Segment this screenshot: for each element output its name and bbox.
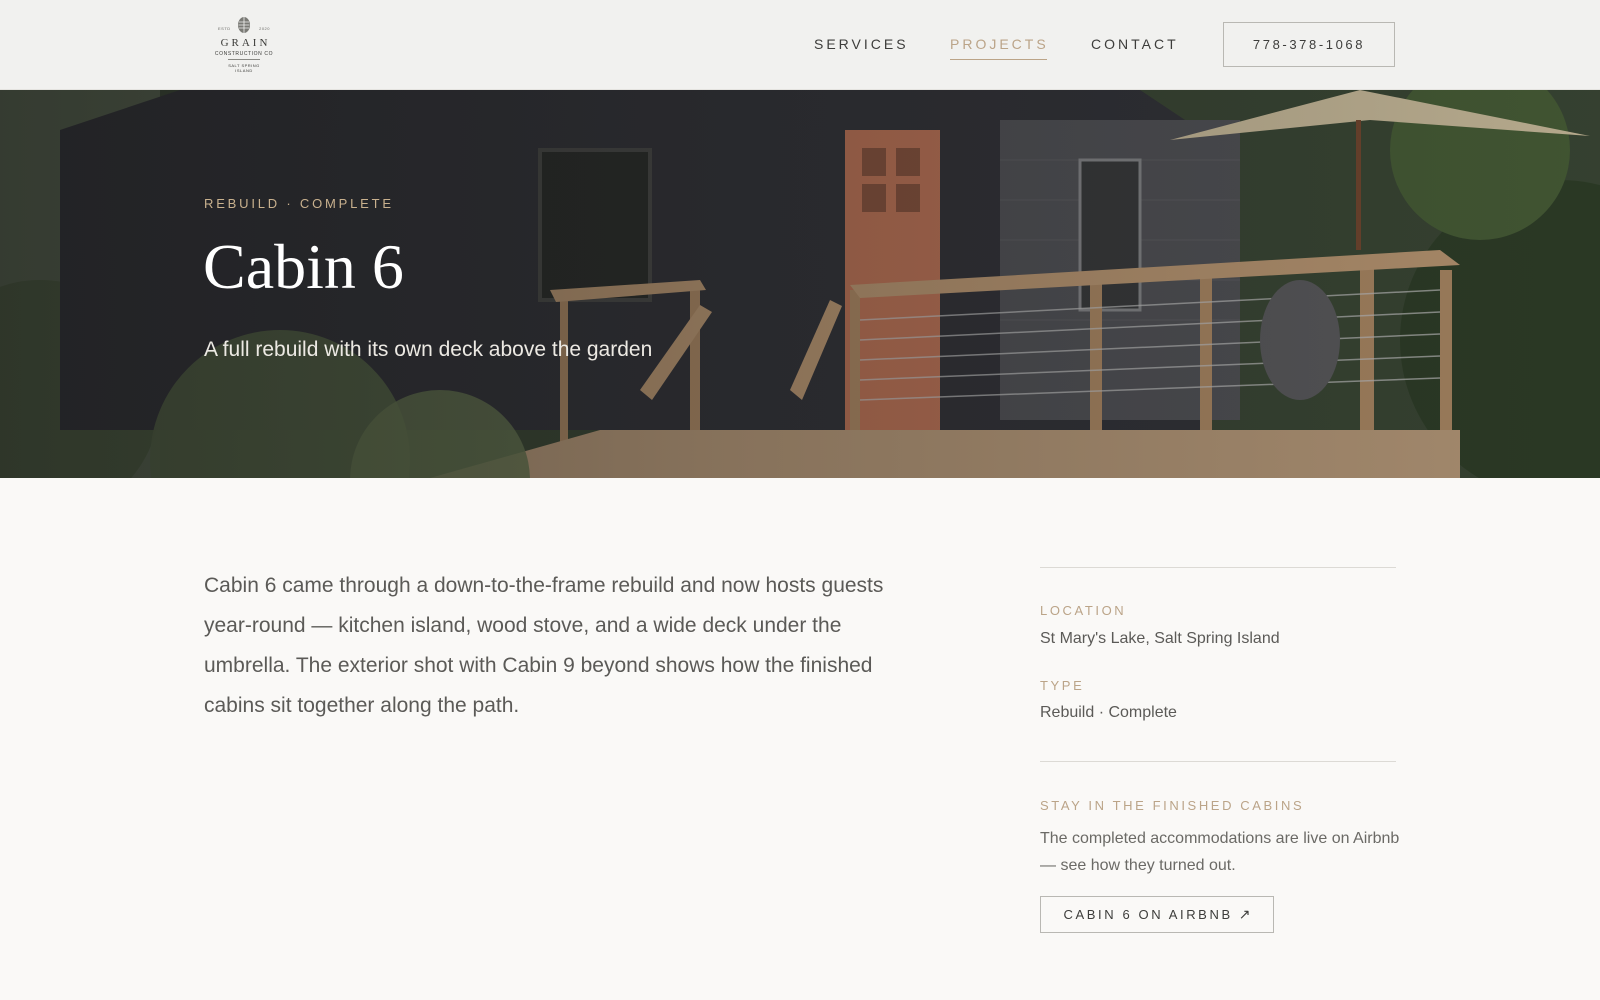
location-label: LOCATION xyxy=(1040,603,1127,618)
nav-services[interactable]: SERVICES xyxy=(814,36,909,56)
hero-eyebrow: REBUILD · COMPLETE xyxy=(204,196,394,211)
nav-active-underline xyxy=(950,59,1047,60)
logo-established: ESTD 2020 xyxy=(204,26,284,31)
details-divider-bottom xyxy=(1040,761,1396,762)
nav-projects[interactable]: PROJECTS xyxy=(950,36,1049,56)
logo-subtitle: CONSTRUCTION CO xyxy=(214,51,274,57)
type-value: Rebuild · Complete xyxy=(1040,704,1177,721)
stay-label: STAY IN THE FINISHED CABINS xyxy=(1040,798,1305,813)
logo-est-left: ESTD xyxy=(218,26,231,31)
type-label: TYPE xyxy=(1040,678,1085,693)
brand-logo[interactable]: ESTD 2020 GRAIN CONSTRUCTION CO SALT SPR… xyxy=(204,16,284,76)
stay-text: The completed accommodations are live on… xyxy=(1040,830,1400,874)
airbnb-button-label: CABIN 6 ON AIRBNB xyxy=(1063,907,1233,922)
logo-location-line2: ISLAND xyxy=(235,68,253,73)
logo-location: SALT SPRING ISLAND xyxy=(204,63,284,73)
project-description: Cabin 6 came through a down-to-the-frame… xyxy=(204,574,884,717)
location-value: St Mary's Lake, Salt Spring Island xyxy=(1040,630,1280,647)
logo-est-right: 2020 xyxy=(259,26,270,31)
site-header: ESTD 2020 GRAIN CONSTRUCTION CO SALT SPR… xyxy=(0,0,1600,90)
page-title: Cabin 6 xyxy=(203,231,404,302)
arrow-up-right-icon: ↗ xyxy=(1238,906,1251,922)
airbnb-link-button[interactable]: CABIN 6 ON AIRBNB ↗ xyxy=(1040,896,1274,933)
details-divider-top xyxy=(1040,567,1396,568)
pinecone-logo-icon xyxy=(238,17,250,33)
phone-button[interactable]: 778-378-1068 xyxy=(1223,22,1395,67)
logo-divider xyxy=(228,59,260,60)
hero-subtitle: A full rebuild with its own deck above t… xyxy=(204,338,653,361)
logo-name: GRAIN xyxy=(220,37,271,49)
nav-contact[interactable]: CONTACT xyxy=(1091,36,1179,56)
